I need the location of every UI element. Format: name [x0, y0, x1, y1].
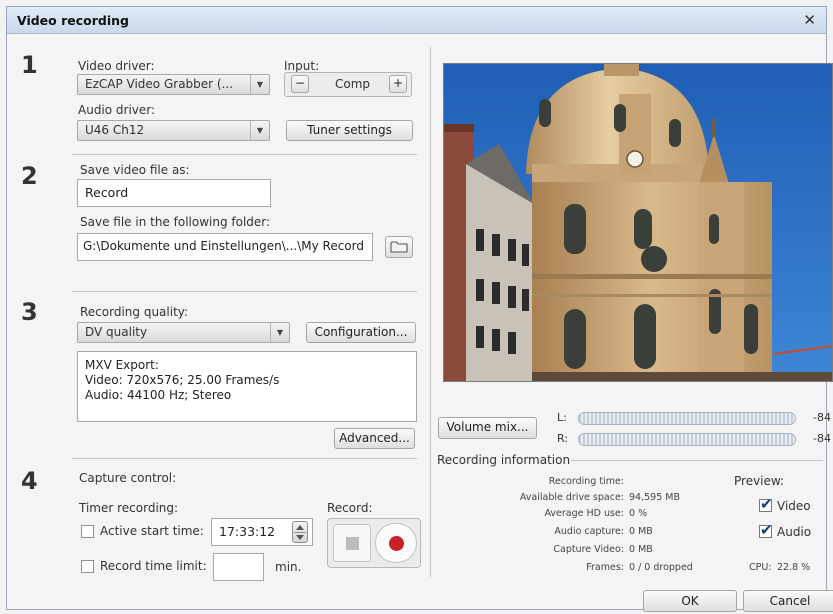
input-next-button[interactable]: + — [389, 75, 407, 93]
active-start-checkbox[interactable] — [81, 525, 94, 538]
record-button[interactable] — [375, 523, 417, 563]
frames-value: 0 / 0 dropped — [629, 562, 693, 573]
minutes-label: min. — [275, 560, 302, 574]
file-name-input[interactable]: Record — [77, 179, 271, 207]
cpu-label: CPU: — [749, 562, 772, 573]
audio-capture-value: 0 MB — [629, 526, 653, 537]
save-as-label: Save video file as: — [80, 163, 190, 177]
audio-driver-select[interactable]: U46 Ch12 ▼ — [77, 120, 270, 141]
info-line: MXV Export: — [85, 358, 159, 372]
record-controls — [327, 518, 421, 568]
step-number-4: 4 — [21, 467, 38, 495]
step-number-1: 1 — [21, 51, 38, 79]
folder-icon — [390, 241, 408, 253]
ok-button[interactable]: OK — [643, 590, 737, 612]
divider — [72, 291, 417, 292]
chevron-down-icon: ▼ — [270, 323, 289, 342]
quality-select[interactable]: DV quality ▼ — [77, 322, 290, 343]
record-label: Record: — [327, 501, 373, 515]
input-label: Input: — [284, 59, 320, 73]
volume-mix-button[interactable]: Volume mix... — [438, 417, 537, 439]
audio-preview-label: Audio — [777, 525, 812, 539]
advanced-button[interactable]: Advanced... — [334, 428, 415, 449]
left-level-meter — [578, 412, 796, 425]
divider — [571, 460, 823, 461]
info-line: Video: 720x576; 25.00 Frames/s — [85, 373, 280, 387]
capture-video-label: Capture Video: — [553, 544, 624, 555]
chevron-down-icon: ▼ — [250, 121, 269, 140]
recording-time-label: Recording time: — [548, 476, 624, 487]
time-limit-label: Record time limit: — [100, 559, 207, 573]
input-stepper: − Comp + — [284, 72, 412, 97]
folder-path-input[interactable]: G:\Dokumente und Einstellungen\...\My Re… — [77, 233, 373, 261]
video-preview-checkbox[interactable]: ✔ — [759, 495, 773, 513]
cancel-button[interactable]: Cancel — [743, 590, 833, 612]
capture-video-value: 0 MB — [629, 544, 653, 555]
window-title: Video recording — [17, 13, 129, 28]
quality-label: Recording quality: — [80, 305, 189, 319]
left-db-value: -84 — [813, 411, 831, 424]
video-driver-label: Video driver: — [78, 59, 155, 73]
quality-value: DV quality — [85, 325, 148, 339]
video-driver-select[interactable]: EzCAP Video Grabber (... ▼ — [77, 74, 270, 95]
start-time-value: 17:33:12 — [219, 524, 276, 539]
quality-info-box: MXV Export: Video: 720x576; 25.00 Frames… — [77, 351, 417, 422]
check-icon: ✔ — [760, 521, 773, 539]
hd-use-value: 0 % — [629, 508, 648, 519]
right-channel-label: R: — [557, 432, 569, 445]
record-icon — [389, 536, 404, 551]
video-recording-dialog: Video recording ✕ 1 Video driver: EzCAP … — [6, 6, 833, 612]
left-channel-label: L: — [557, 411, 567, 424]
divider — [72, 154, 417, 155]
step-number-3: 3 — [21, 298, 38, 326]
divider — [72, 458, 417, 459]
drive-space-value: 94,595 MB — [629, 492, 680, 503]
configuration-button[interactable]: Configuration... — [306, 322, 416, 343]
drive-space-label: Available drive space: — [519, 492, 624, 503]
right-db-value: -84 — [813, 432, 831, 445]
audio-preview-checkbox[interactable]: ✔ — [759, 521, 773, 539]
right-level-meter — [578, 433, 796, 446]
time-limit-input[interactable] — [213, 553, 264, 581]
recording-info-header: Recording information — [437, 453, 571, 467]
browse-folder-button[interactable] — [385, 236, 413, 258]
stop-icon — [346, 537, 359, 550]
title-bar: Video recording ✕ — [7, 7, 826, 34]
input-prev-button[interactable]: − — [291, 75, 309, 93]
vertical-divider — [430, 47, 431, 577]
chevron-down-icon: ▼ — [250, 75, 269, 94]
capture-control-label: Capture control: — [79, 471, 177, 485]
audio-capture-label: Audio capture: — [554, 526, 624, 537]
audio-driver-label: Audio driver: — [78, 103, 156, 117]
audio-driver-value: U46 Ch12 — [85, 123, 145, 137]
preview-image — [444, 64, 832, 381]
stop-button[interactable] — [333, 524, 371, 562]
active-start-label: Active start time: — [100, 524, 204, 538]
frames-label: Frames: — [586, 562, 624, 573]
tuner-settings-button[interactable]: Tuner settings — [286, 120, 413, 141]
spinner-icon[interactable] — [292, 521, 308, 543]
time-limit-checkbox[interactable] — [81, 560, 94, 573]
video-driver-value: EzCAP Video Grabber (... — [85, 77, 234, 91]
check-icon: ✔ — [760, 495, 773, 513]
video-preview-label: Video — [777, 499, 811, 513]
input-value: Comp — [335, 77, 371, 91]
step-number-2: 2 — [21, 162, 38, 190]
cpu-value: 22.8 % — [777, 562, 811, 573]
video-preview — [443, 63, 833, 382]
preview-label: Preview: — [734, 474, 785, 488]
timer-recording-label: Timer recording: — [79, 501, 179, 515]
hd-use-label: Average HD use: — [544, 508, 624, 519]
folder-label: Save file in the following folder: — [80, 215, 271, 229]
info-line: Audio: 44100 Hz; Stereo — [85, 388, 232, 402]
close-icon[interactable]: ✕ — [803, 11, 816, 29]
